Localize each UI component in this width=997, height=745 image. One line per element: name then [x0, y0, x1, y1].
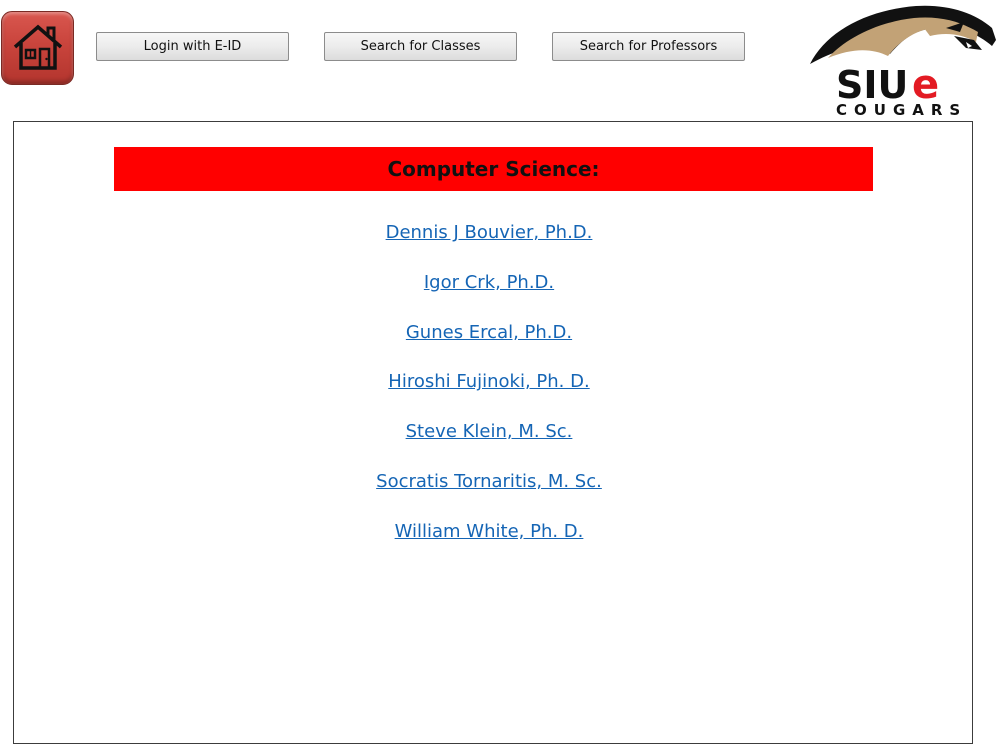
house-icon — [13, 24, 63, 70]
professor-link-ercal[interactable]: Gunes Ercal, Ph.D. — [406, 322, 572, 343]
content-panel: Computer Science: Dennis J Bouvier, Ph.D… — [13, 121, 973, 744]
professor-link-fujinoki[interactable]: Hiroshi Fujinoki, Ph. D. — [388, 371, 589, 392]
login-button[interactable]: Login with E-ID — [96, 32, 289, 61]
list-item: Socratis Tornaritis, M. Sc. — [14, 467, 964, 517]
home-button[interactable] — [1, 11, 74, 85]
page: Login with E-ID Search for Classes Searc… — [0, 0, 997, 745]
department-title: Computer Science: — [114, 147, 873, 191]
professor-link-klein[interactable]: Steve Klein, M. Sc. — [406, 421, 573, 442]
professor-link-bouvier[interactable]: Dennis J Bouvier, Ph.D. — [386, 222, 593, 243]
professor-link-white[interactable]: William White, Ph. D. — [395, 521, 584, 542]
list-item: Steve Klein, M. Sc. — [14, 417, 964, 467]
list-item: Gunes Ercal, Ph.D. — [14, 318, 964, 368]
list-item: Hiroshi Fujinoki, Ph. D. — [14, 367, 964, 417]
siue-cougars-logo: SIU e COUGARS — [806, 2, 996, 119]
professor-link-crk[interactable]: Igor Crk, Ph.D. — [424, 272, 554, 293]
list-item: William White, Ph. D. — [14, 517, 964, 567]
list-item: Dennis J Bouvier, Ph.D. — [14, 218, 964, 268]
professor-list: Dennis J Bouvier, Ph.D. Igor Crk, Ph.D. … — [14, 218, 964, 567]
professor-link-tornaritis[interactable]: Socratis Tornaritis, M. Sc. — [376, 471, 602, 492]
list-item: Igor Crk, Ph.D. — [14, 268, 964, 318]
search-professors-button[interactable]: Search for Professors — [552, 32, 745, 61]
search-classes-button[interactable]: Search for Classes — [324, 32, 517, 61]
logo-cougars-text: COUGARS — [836, 101, 967, 118]
